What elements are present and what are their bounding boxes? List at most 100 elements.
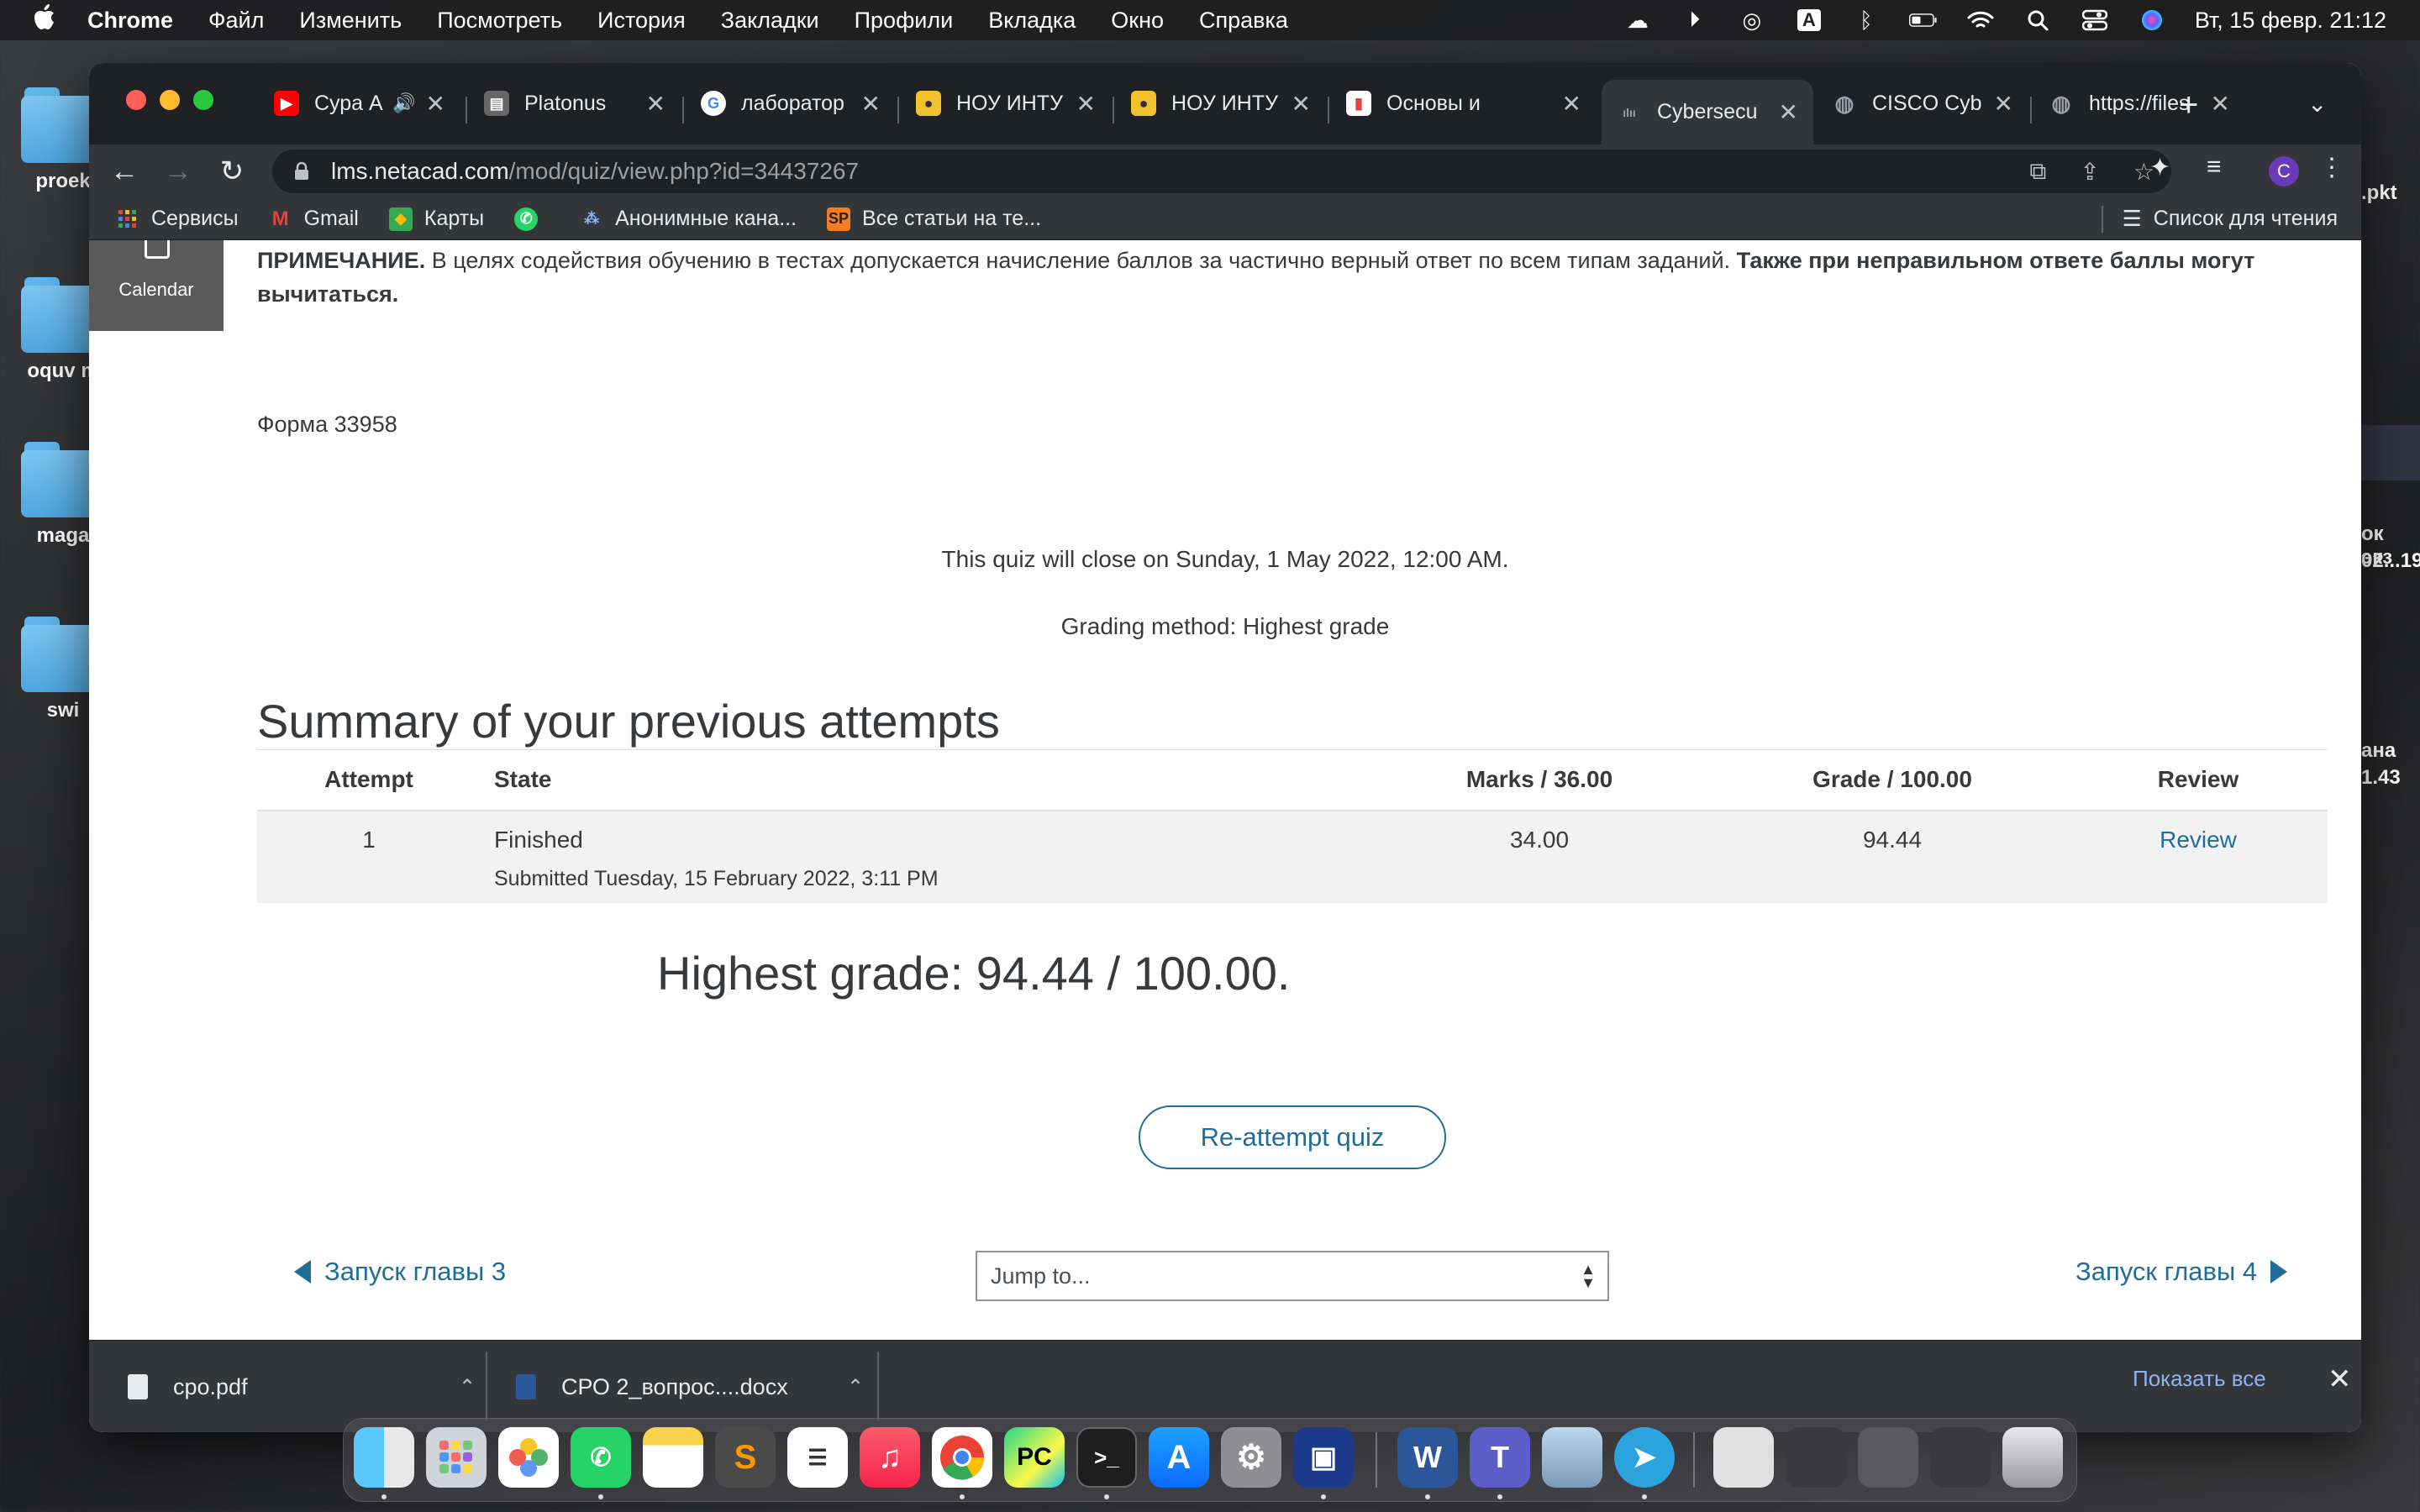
bookmark-channels[interactable]: ⁂ Анонимные кана...: [580, 207, 797, 231]
menu-app-name[interactable]: Chrome: [87, 8, 173, 34]
battery-icon[interactable]: [1908, 8, 1938, 33]
zoom-window-icon[interactable]: [193, 90, 213, 110]
trash-icon[interactable]: [2002, 1427, 2063, 1488]
close-tab-icon[interactable]: ✕: [646, 90, 666, 118]
play-icon[interactable]: ⏵: [1681, 7, 1709, 33]
music-icon[interactable]: ♫: [860, 1427, 920, 1488]
tab-youtube[interactable]: ▶ Сура А 🔊 ✕: [259, 80, 460, 127]
system-preferences-icon[interactable]: ⚙: [1221, 1427, 1281, 1488]
close-tab-icon[interactable]: ✕: [1292, 90, 1311, 118]
chevron-up-icon[interactable]: ⌃: [847, 1375, 864, 1399]
finder-icon[interactable]: [354, 1427, 414, 1488]
extensions-puzzle-icon[interactable]: ✦: [2149, 153, 2170, 182]
menu-bookmarks[interactable]: Закладки: [721, 8, 819, 34]
desktop-thumbnail[interactable]: [2361, 425, 2420, 480]
desktop-file-label[interactable]: .pkt: [2361, 181, 2420, 205]
menu-history[interactable]: История: [597, 8, 686, 34]
reattempt-quiz-button[interactable]: Re-attempt quiz: [1139, 1105, 1446, 1169]
minimized-window-thumbnail[interactable]: [1786, 1427, 1846, 1488]
forward-button[interactable]: →: [160, 153, 197, 190]
photos-icon[interactable]: [498, 1427, 559, 1488]
lock-icon[interactable]: [294, 161, 313, 181]
jump-to-select[interactable]: Jump to... ▲ ▼: [976, 1251, 1609, 1301]
close-window-icon[interactable]: [126, 90, 146, 110]
bookmark-whatsapp[interactable]: ✆: [514, 207, 550, 231]
tab-platonus[interactable]: ▤ Platonus ✕: [469, 80, 681, 127]
review-link[interactable]: Review: [2160, 827, 2237, 853]
airdrop-icon[interactable]: ◎: [1738, 8, 1766, 33]
media-control-icon[interactable]: ≡: [2207, 153, 2222, 181]
terminal-icon[interactable]: >_: [1076, 1427, 1137, 1488]
desktop-file-label[interactable]: 1.43: [2361, 766, 2420, 790]
close-tab-icon[interactable]: ✕: [1779, 98, 1798, 126]
minimized-window-thumbnail[interactable]: [1930, 1427, 1991, 1488]
tab-intuit[interactable]: ● НОУ ИНТУ ✕: [901, 80, 1111, 127]
menu-file[interactable]: Файл: [208, 8, 264, 34]
control-center-icon[interactable]: [2081, 8, 2109, 33]
audio-icon[interactable]: 🔊: [392, 92, 415, 114]
tab-cybersecurity-active[interactable]: ılıı Cybersecu ✕: [1602, 80, 1813, 144]
minimize-window-icon[interactable]: [160, 90, 180, 110]
desktop-file-label[interactable]: ана: [2361, 739, 2420, 763]
minimized-window-thumbnail[interactable]: [1858, 1427, 1918, 1488]
close-tab-icon[interactable]: ✕: [1562, 90, 1581, 118]
sublime-text-icon[interactable]: S: [715, 1427, 776, 1488]
launchpad-icon[interactable]: [426, 1427, 487, 1488]
bluetooth-icon[interactable]: ᛒ: [1852, 8, 1881, 33]
menu-clock[interactable]: Вт, 15 февр. 21:12: [2195, 8, 2386, 34]
menu-view[interactable]: Посмотреть: [437, 8, 562, 34]
back-button[interactable]: ←: [106, 153, 143, 190]
tab-search-chevron-icon[interactable]: ⌄: [2307, 90, 2327, 118]
siri-icon[interactable]: [2138, 8, 2166, 33]
chrome-icon[interactable]: [932, 1427, 992, 1488]
bookmark-articles[interactable]: SP Все статьи на те...: [827, 207, 1041, 231]
tab-google-search[interactable]: G лаборатор ✕: [686, 80, 896, 127]
menu-tab[interactable]: Вкладка: [988, 8, 1076, 34]
address-bar[interactable]: lms.netacad.com /mod/quiz/view.php?id=34…: [272, 150, 2171, 193]
word-icon[interactable]: W: [1397, 1427, 1458, 1488]
desktop-file-label[interactable]: 02...19: [2361, 549, 2420, 573]
virtualbox-icon[interactable]: ▣: [1293, 1427, 1354, 1488]
close-downloads-icon[interactable]: ✕: [2328, 1362, 2352, 1396]
new-tab-button[interactable]: +: [2179, 87, 2198, 124]
translate-icon[interactable]: ⧉: [2029, 158, 2046, 186]
menu-window[interactable]: Окно: [1111, 8, 1164, 34]
whatsapp-dock-icon[interactable]: ✆: [571, 1427, 631, 1488]
share-icon[interactable]: ⇪: [2080, 158, 2099, 186]
preview-icon[interactable]: [1542, 1427, 1602, 1488]
show-all-downloads-button[interactable]: Показать все: [2133, 1366, 2266, 1392]
calendar-block[interactable]: Calendar: [89, 240, 224, 331]
bookmark-apps[interactable]: Сервисы: [116, 207, 239, 231]
tab-files[interactable]: ◍ https://files ✕: [2033, 80, 2245, 127]
close-tab-icon[interactable]: ✕: [1076, 90, 1096, 118]
close-tab-icon[interactable]: ✕: [1994, 90, 2013, 118]
reminders-icon[interactable]: ☰: [787, 1427, 848, 1488]
menu-profiles[interactable]: Профили: [855, 8, 954, 34]
menu-help[interactable]: Справка: [1199, 8, 1288, 34]
apple-menu-icon[interactable]: [34, 4, 60, 36]
close-tab-icon[interactable]: ✕: [2211, 90, 2230, 118]
close-tab-icon[interactable]: ✕: [426, 90, 445, 118]
pycharm-icon[interactable]: PC: [1004, 1427, 1065, 1488]
chevron-up-icon[interactable]: ⌃: [459, 1375, 476, 1399]
tab-document[interactable]: ▮ Основы и ✕: [1331, 80, 1597, 127]
bookmark-maps[interactable]: ◆ Карты: [388, 207, 484, 231]
bookmark-gmail[interactable]: M Gmail: [269, 207, 359, 231]
telegram-icon[interactable]: ➤: [1614, 1427, 1675, 1488]
kebab-menu-icon[interactable]: ⋮: [2319, 153, 2344, 182]
menu-edit[interactable]: Изменить: [299, 8, 402, 34]
close-tab-icon[interactable]: ✕: [861, 90, 881, 118]
wifi-icon[interactable]: [1966, 8, 1995, 33]
app-store-icon[interactable]: A: [1149, 1427, 1209, 1488]
tab-cisco[interactable]: ◍ CISCO Cyb ✕: [1817, 80, 2028, 127]
cloud-icon[interactable]: ☁: [1623, 8, 1652, 33]
reading-list-button[interactable]: ☰ Список для чтения: [2102, 205, 2338, 233]
spotlight-icon[interactable]: [2023, 8, 2052, 33]
teams-icon[interactable]: T: [1470, 1427, 1530, 1488]
profile-avatar[interactable]: C: [2269, 156, 2299, 186]
previous-activity-link[interactable]: Запуск главы 3: [294, 1257, 506, 1287]
notes-icon[interactable]: [643, 1427, 703, 1488]
next-activity-link[interactable]: Запуск главы 4: [2075, 1257, 2288, 1287]
tab-intuit[interactable]: ● НОУ ИНТУ ✕: [1116, 80, 1326, 127]
input-source-icon[interactable]: A: [1795, 8, 1823, 33]
